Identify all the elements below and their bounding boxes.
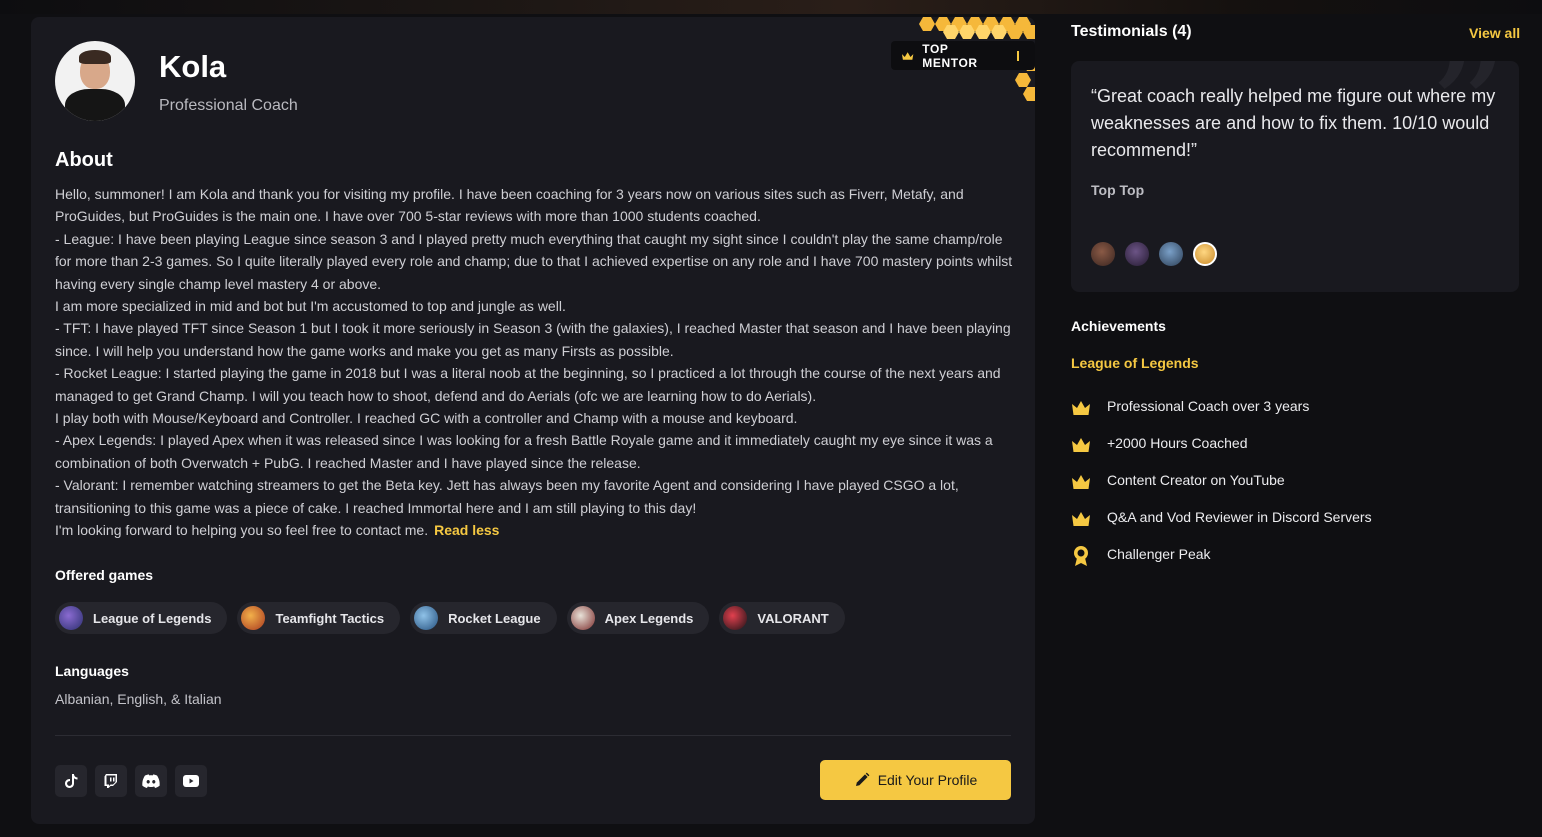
game-chip-label: VALORANT	[757, 610, 829, 626]
about-paragraph: - Apex Legends: I played Apex when it wa…	[55, 432, 993, 471]
crown-icon	[901, 51, 914, 60]
languages-value: Albanian, English, & Italian	[55, 691, 222, 707]
achievements-list: Professional Coach over 3 years +2000 Ho…	[1071, 398, 1372, 583]
divider	[55, 735, 1011, 736]
game-chip-label: Rocket League	[448, 610, 541, 626]
testimonial-avatar[interactable]	[1091, 242, 1115, 266]
achievement-label: Content Creator on YouTube	[1107, 472, 1285, 488]
social-links	[55, 765, 207, 797]
profile-role: Professional Coach	[159, 97, 298, 114]
top-mentor-badge: TOP MENTOR	[891, 41, 1035, 70]
youtube-button[interactable]	[175, 765, 207, 797]
achievement-item: Professional Coach over 3 years	[1071, 398, 1372, 435]
crown-icon	[1071, 435, 1091, 455]
offered-games-list: League of Legends Teamfight Tactics Rock…	[55, 602, 845, 634]
testimonial-author: Top Top	[1091, 182, 1145, 198]
testimonial-avatar-active[interactable]	[1193, 242, 1217, 266]
about-paragraph: Hello, summoner! I am Kola and thank you…	[55, 186, 964, 225]
teamfight-tactics-icon	[241, 606, 266, 630]
medal-icon	[1071, 546, 1091, 566]
achievements-heading: Achievements	[1071, 318, 1166, 334]
tiktok-button[interactable]	[55, 765, 87, 797]
achievement-label: Professional Coach over 3 years	[1107, 398, 1310, 414]
about-paragraph: - TFT: I have played TFT since Season 1 …	[55, 320, 1011, 359]
testimonial-avatar[interactable]	[1159, 242, 1183, 266]
discord-button[interactable]	[135, 765, 167, 797]
testimonial-avatar[interactable]	[1125, 242, 1149, 266]
achievement-item: +2000 Hours Coached	[1071, 435, 1372, 472]
game-chip-league-of-legends[interactable]: League of Legends	[55, 602, 228, 634]
achievement-item: Q&A and Vod Reviewer in Discord Servers	[1071, 509, 1372, 546]
about-paragraph: I am more specialized in mid and bot but…	[55, 298, 566, 315]
testimonial-quote: “Great coach really helped me figure out…	[1091, 86, 1496, 160]
apex-legends-icon	[570, 606, 595, 630]
league-of-legends-icon	[59, 606, 83, 630]
testimonial-card: ” “Great coach really helped me figure o…	[1071, 61, 1519, 292]
edit-profile-button[interactable]: Edit Your Profile	[820, 760, 1011, 800]
game-chip-apex-legends[interactable]: Apex Legends	[566, 602, 710, 634]
profile-card: Kola Professional Coach TOP MENTOR About…	[31, 17, 1035, 824]
discord-icon	[142, 774, 160, 788]
achievement-item: Content Creator on YouTube	[1071, 472, 1372, 509]
edit-profile-label: Edit Your Profile	[877, 772, 978, 788]
about-paragraph: I play both with Mouse/Keyboard and Cont…	[55, 410, 798, 427]
game-chip-label: League of Legends	[93, 610, 212, 626]
about-paragraph: I'm looking forward to helping you so fe…	[55, 522, 429, 539]
background-banner	[0, 0, 1542, 14]
achievement-label: +2000 Hours Coached	[1107, 435, 1248, 451]
about-paragraph: - Rocket League: I started playing the g…	[55, 365, 1001, 404]
testimonial-pagination	[1091, 242, 1217, 266]
achievement-item: Challenger Peak	[1071, 546, 1372, 583]
about-paragraph: - Valorant: I remember watching streamer…	[55, 477, 959, 516]
crown-icon	[1071, 472, 1091, 492]
game-chip-rocket-league[interactable]: Rocket League	[410, 602, 557, 634]
languages-heading: Languages	[55, 663, 129, 679]
game-chip-label: Teamfight Tactics	[275, 610, 385, 626]
about-paragraph: - League: I have been playing League sin…	[55, 230, 1013, 292]
about-heading: About	[55, 149, 113, 171]
game-chip-valorant[interactable]: VALORANT	[719, 602, 845, 634]
badge-label: TOP MENTOR	[922, 41, 978, 70]
youtube-icon	[183, 775, 199, 787]
rocket-league-icon	[414, 606, 439, 630]
testimonials-heading: Testimonials (4)	[1071, 23, 1192, 40]
achievements-game: League of Legends	[1071, 355, 1199, 371]
achievement-label: Challenger Peak	[1107, 546, 1211, 562]
game-chip-label: Apex Legends	[604, 610, 694, 626]
read-less-link[interactable]: Read less	[434, 522, 499, 538]
profile-name: Kola	[159, 49, 227, 84]
crown-icon	[1071, 398, 1091, 418]
valorant-icon	[723, 606, 748, 630]
game-chip-teamfight-tactics[interactable]: Teamfight Tactics	[237, 602, 401, 634]
tiktok-icon	[65, 774, 78, 788]
view-all-link[interactable]: View all	[1469, 25, 1520, 41]
achievement-label: Q&A and Vod Reviewer in Discord Servers	[1107, 509, 1372, 525]
about-text: Hello, summoner! I am Kola and thank you…	[55, 183, 1015, 542]
twitch-button[interactable]	[95, 765, 127, 797]
avatar	[55, 41, 135, 121]
twitch-icon	[104, 774, 117, 788]
pencil-icon	[855, 772, 870, 786]
offered-games-heading: Offered games	[55, 567, 154, 583]
crown-icon	[1071, 509, 1091, 529]
